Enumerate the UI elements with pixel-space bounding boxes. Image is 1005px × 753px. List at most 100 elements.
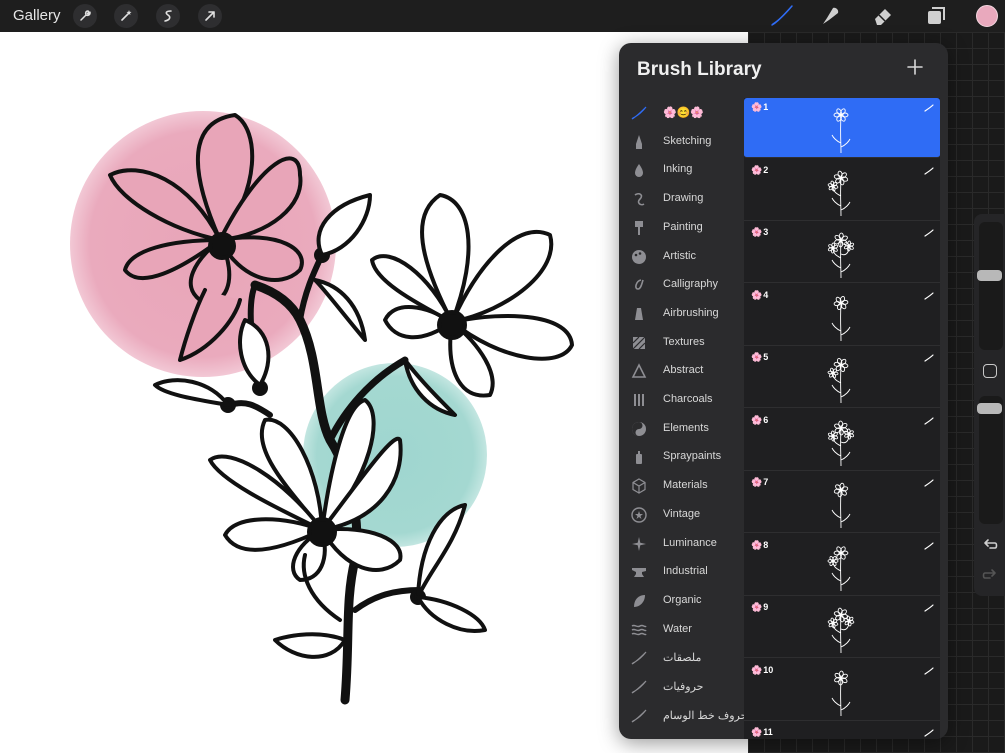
brush-name: 🌸10 xyxy=(751,665,773,676)
brush-set-label: Abstract xyxy=(663,364,704,377)
flower-emoji-icon: 🌸 xyxy=(751,102,763,112)
brush-set-label: Charcoals xyxy=(663,393,713,405)
brush-set-21[interactable]: حروفيات xyxy=(619,673,745,701)
brush-set-22[interactable]: حروف خط الوسام xyxy=(619,702,748,730)
brush-set-19[interactable]: Water xyxy=(619,616,745,644)
brush-set-label: Calligraphy xyxy=(663,278,719,291)
brush-name: 🌸9 xyxy=(751,602,768,613)
brush-set-label: Elements xyxy=(663,421,709,434)
brush-set-label: 🌸😊🌸 xyxy=(663,107,705,119)
brush-set-7[interactable]: Calligraphy xyxy=(619,271,745,299)
brush-set-18[interactable]: Organic xyxy=(619,587,745,615)
opacity-thumb[interactable] xyxy=(977,403,1002,414)
texture-icon xyxy=(631,335,647,351)
flower-emoji-icon: 🌸 xyxy=(751,539,763,550)
opacity-slider[interactable] xyxy=(979,396,1003,524)
brush-set-16[interactable]: Luminance xyxy=(619,530,745,558)
smudge-icon[interactable] xyxy=(819,4,843,28)
brush-name: 🌸5 xyxy=(751,352,768,363)
leaf-icon xyxy=(631,593,647,609)
eraser-icon[interactable] xyxy=(872,4,896,28)
stroke-type-icon xyxy=(924,416,934,425)
magic-wand-icon[interactable] xyxy=(114,4,138,28)
brush-item-4[interactable]: 🌸4 xyxy=(744,286,940,346)
stroke-type-icon xyxy=(924,541,934,550)
flower-emoji-icon: 🌸 xyxy=(751,352,763,362)
redo-icon[interactable] xyxy=(981,566,999,584)
brush-item-2[interactable]: 🌸2 xyxy=(744,161,940,221)
brush-set-5[interactable]: Painting xyxy=(619,214,745,242)
brush-set-3[interactable]: Inking xyxy=(619,156,745,184)
brush-set-1[interactable]: 🌸😊🌸 xyxy=(619,99,745,127)
flower-emoji-icon: 🌸 xyxy=(751,727,763,737)
brush-icon[interactable] xyxy=(770,4,794,28)
stroke-type-icon xyxy=(924,166,934,175)
flower-emoji-icon: 🌸 xyxy=(751,289,763,300)
brush-size-thumb[interactable] xyxy=(977,270,1002,281)
brush-set-4[interactable]: Drawing xyxy=(619,185,745,213)
brush-preview-stamp xyxy=(831,295,851,341)
waves-icon xyxy=(631,622,647,638)
stroke-type-icon xyxy=(924,354,934,362)
stroke-type-icon xyxy=(924,666,934,675)
brush-item-8[interactable]: 🌸8 xyxy=(744,536,940,596)
brush-set-2[interactable]: Sketching xyxy=(619,128,745,156)
brush-preview-stamp xyxy=(827,607,855,654)
transform-arrow-icon[interactable] xyxy=(198,4,222,28)
brush-set-label: Drawing xyxy=(663,192,704,205)
brush-size-slider[interactable] xyxy=(979,222,1003,350)
brush-preview-stamp xyxy=(827,420,855,466)
brush-set-15[interactable]: Vintage xyxy=(619,501,745,529)
brush-item-10[interactable]: 🌸10 xyxy=(744,661,940,721)
layers-icon[interactable] xyxy=(924,4,948,28)
brush-set-label: Airbrushing xyxy=(663,306,719,319)
brush-preview-stamp xyxy=(831,482,851,529)
brush-item-9[interactable]: 🌸9 xyxy=(744,598,940,658)
brush-preview-stamp xyxy=(831,108,851,154)
brush-set-label: Vintage xyxy=(663,507,701,520)
palette-icon xyxy=(631,249,647,265)
brush-preview-stamp xyxy=(827,357,851,404)
brush-set-label: حروف خط الوسام xyxy=(663,709,748,722)
stroke-type-icon xyxy=(924,729,934,737)
brush-item-6[interactable]: 🌸6 xyxy=(744,411,940,471)
brush-number: 11 xyxy=(763,727,773,737)
brush-item-5[interactable]: 🌸5 xyxy=(744,348,940,408)
brush-name: 🌸11 xyxy=(751,727,773,738)
brush-set-label: Water xyxy=(663,622,692,635)
airbrush-icon xyxy=(631,306,647,322)
brush-set-12[interactable]: Elements xyxy=(619,415,745,443)
flower-emoji-icon: 🌸 xyxy=(751,477,763,487)
gallery-button[interactable]: Gallery xyxy=(13,7,61,24)
brush-set-6[interactable]: Artistic xyxy=(619,243,745,271)
brush-set-17[interactable]: Industrial xyxy=(619,558,745,586)
brush-item-11[interactable]: 🌸11 xyxy=(744,723,940,739)
brush-set-13[interactable]: Spraypaints xyxy=(619,443,745,471)
undo-icon[interactable] xyxy=(981,536,999,554)
brush-set-8[interactable]: Airbrushing xyxy=(619,300,745,328)
triangle-icon xyxy=(631,363,647,379)
brush-stroke-icon xyxy=(631,708,647,724)
modify-button[interactable] xyxy=(983,364,997,378)
brush-set-label: Luminance xyxy=(663,536,717,549)
brush-set-14[interactable]: Materials xyxy=(619,472,745,500)
brush-item-3[interactable]: 🌸3 xyxy=(744,223,940,283)
pencil-icon xyxy=(631,134,647,150)
brush-item-1[interactable]: 🌸1 xyxy=(744,98,940,158)
brush-set-9[interactable]: Textures xyxy=(619,329,745,357)
brush-name: 🌸8 xyxy=(751,540,768,551)
brush-number: 9 xyxy=(763,602,769,612)
brush-preview-stamp xyxy=(827,232,855,279)
brush-number: 3 xyxy=(763,227,769,237)
brush-set-11[interactable]: Charcoals xyxy=(619,386,745,414)
brush-item-7[interactable]: 🌸7 xyxy=(744,473,940,533)
selection-icon[interactable] xyxy=(156,4,180,28)
wrench-icon[interactable] xyxy=(73,4,97,28)
brush-set-10[interactable]: Abstract xyxy=(619,357,745,385)
brush-set-20[interactable]: ملصقات xyxy=(619,644,745,672)
yin-yang-icon xyxy=(631,421,647,437)
stroke-type-icon xyxy=(924,479,934,487)
stroke-type-icon xyxy=(924,104,934,112)
color-picker-button[interactable] xyxy=(976,5,998,27)
add-brush-icon[interactable] xyxy=(905,57,925,77)
